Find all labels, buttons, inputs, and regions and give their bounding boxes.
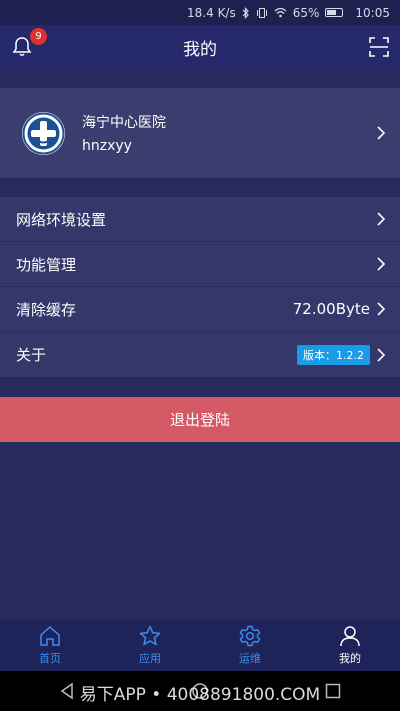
menu-item-network-settings[interactable]: 网络环境设置 [0, 197, 400, 242]
tab-label: 运维 [239, 652, 261, 665]
logout-button[interactable]: 退出登陆 [0, 397, 400, 442]
chevron-right-icon [377, 347, 386, 362]
back-icon[interactable] [58, 682, 76, 700]
menu-item-about[interactable]: 关于 版本：1.2.2 [0, 332, 400, 377]
hospital-name: 海宁中心医院 [82, 115, 166, 131]
battery-icon [325, 8, 349, 17]
tab-operations[interactable]: 运维 [200, 620, 300, 671]
tab-mine[interactable]: 我的 [300, 620, 400, 671]
settings-menu: 网络环境设置 功能管理 清除缓存 72.00Byte 关于 版本：1.2.2 [0, 197, 400, 377]
bell-icon [12, 37, 32, 56]
cache-size: 72.00Byte [292, 300, 370, 318]
notification-badge: 9 [30, 28, 47, 45]
chevron-right-icon [377, 126, 386, 140]
page-title: 我的 [183, 40, 217, 60]
menu-item-label: 关于 [16, 346, 47, 364]
clock: 10:05 [355, 5, 390, 20]
bottom-tab-bar: 首页 应用 运维 我的 [0, 620, 400, 671]
tab-home[interactable]: 首页 [0, 620, 100, 671]
hospital-logo [22, 111, 65, 155]
menu-item-function-management[interactable]: 功能管理 [0, 242, 400, 287]
home-icon [40, 625, 60, 646]
scan-button[interactable] [369, 37, 389, 57]
chevron-right-icon [377, 212, 386, 226]
system-nav-bar [0, 671, 400, 711]
menu-item-label: 网络环境设置 [16, 210, 107, 229]
app-header: 9 我的 [0, 25, 400, 70]
tab-label: 首页 [39, 652, 61, 665]
chevron-right-icon [377, 257, 386, 271]
tab-apps[interactable]: 应用 [100, 620, 200, 671]
status-bar: 18.4 K/s 65% 10:05 [0, 0, 400, 25]
version-badge: 版本：1.2.2 [297, 344, 370, 365]
menu-item-label: 清除缓存 [16, 300, 77, 319]
star-icon [139, 625, 161, 646]
bluetooth-icon [242, 6, 250, 19]
tab-label: 应用 [139, 652, 161, 665]
menu-item-label: 功能管理 [16, 255, 77, 274]
username: hnzxyy [82, 138, 132, 154]
menu-item-clear-cache[interactable]: 清除缓存 72.00Byte [0, 287, 400, 332]
gear-icon [239, 625, 261, 647]
scan-icon [369, 37, 389, 57]
home-circle-icon[interactable] [191, 682, 209, 700]
tab-label: 我的 [339, 652, 361, 665]
person-icon [340, 626, 360, 647]
recents-icon[interactable] [324, 682, 342, 700]
vibrate-icon [256, 7, 268, 19]
battery-percent: 65% [292, 5, 320, 20]
chevron-right-icon [377, 302, 386, 316]
profile-card[interactable]: 海宁中心医院 hnzxyy [0, 88, 400, 178]
wifi-icon [274, 7, 287, 18]
notification-button[interactable]: 9 [12, 28, 47, 60]
network-speed: 18.4 K/s [187, 5, 236, 20]
